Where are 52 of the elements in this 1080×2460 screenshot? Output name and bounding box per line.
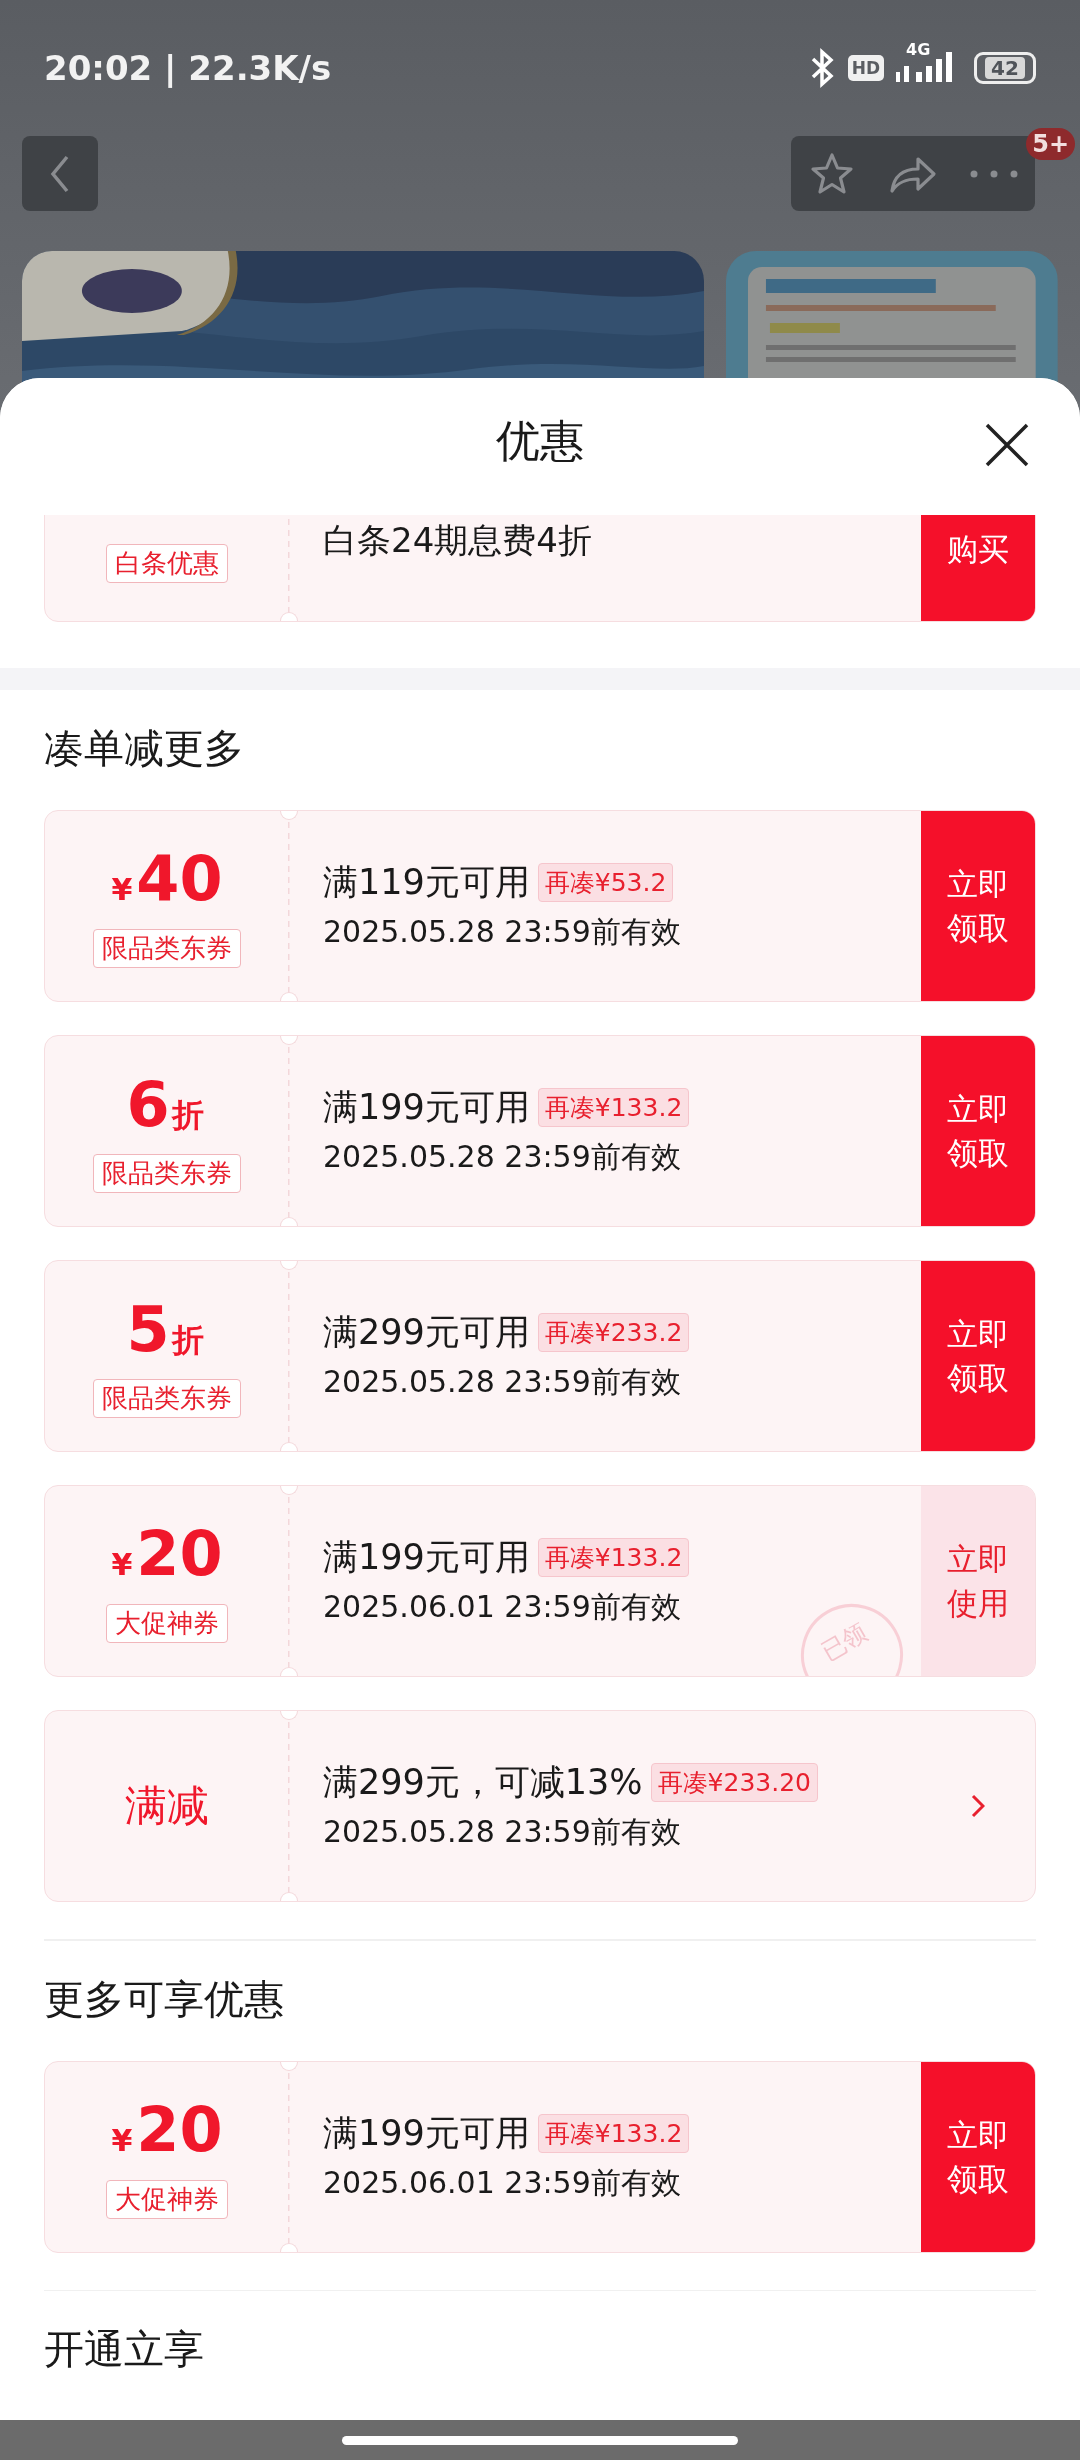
coupon-validity: 2025.06.01 23:59前有效 xyxy=(323,2163,682,2202)
network-label: 4G xyxy=(906,40,931,59)
status-time: 20:02 | 22.3K/s xyxy=(44,48,332,88)
claim-button[interactable]: 立即领取 xyxy=(921,2061,1035,2252)
addon-amount: 再凑¥133.2 xyxy=(537,2113,690,2153)
addon-amount: 再凑¥133.2 xyxy=(537,1538,690,1577)
claim-button[interactable]: 立即领取 xyxy=(921,1036,1035,1226)
coupon-tag: 大促神券 xyxy=(106,1604,228,1643)
coupon-title: 白条24期息费4折 xyxy=(323,519,593,562)
coupon-amount: ¥20 xyxy=(111,1519,223,1592)
sheet-title: 优惠 xyxy=(496,414,584,468)
coupon-condition: 满199元可用 xyxy=(323,1536,530,1579)
chevron-left-icon xyxy=(49,153,71,194)
coupon-condition: 满119元可用 xyxy=(323,861,530,904)
coupon-condition: 满299元可用 xyxy=(323,1311,530,1354)
use-button[interactable]: 立即使用 xyxy=(921,1486,1035,1676)
coupon-condition: 满199元可用 xyxy=(323,2111,530,2155)
coupon-tag: 大促神券 xyxy=(106,2179,228,2219)
coupon-discount: 5折 xyxy=(126,1294,205,1368)
coupon-amount: ¥20 xyxy=(111,2094,223,2168)
battery-icon: 42 xyxy=(974,52,1036,84)
back-button[interactable] xyxy=(22,136,98,211)
addon-amount: 再凑¥233.20 xyxy=(650,1763,818,1802)
hd-badge: HD xyxy=(847,55,884,81)
claim-button[interactable]: 立即领取 xyxy=(921,1261,1035,1451)
coupon-validity: 2025.05.28 23:59前有效 xyxy=(323,1363,682,1401)
coupon-tag: 白条优惠 xyxy=(106,544,228,583)
notification-badge: 5+ xyxy=(1026,128,1075,160)
section-heading: 开通立享 xyxy=(44,2325,205,2374)
coupon-tag: 限品类东券 xyxy=(93,929,241,968)
addon-amount: 再凑¥53.2 xyxy=(537,863,674,902)
coupon-condition: 满299元，可减13% xyxy=(323,1761,643,1804)
coupon-condition: 满199元可用 xyxy=(323,1086,530,1129)
bluetooth-icon xyxy=(809,48,836,88)
claim-button[interactable]: 立即领取 xyxy=(921,811,1035,1001)
coupon-discount: 6折 xyxy=(126,1069,205,1143)
section-heading: 凑单减更多 xyxy=(44,724,245,773)
coupon-type: 满减 xyxy=(125,1780,209,1832)
section-heading: 更多可享优惠 xyxy=(44,1974,285,2024)
coupon-validity: 2025.06.01 23:59前有效 xyxy=(323,1588,682,1626)
addon-amount: 再凑¥133.2 xyxy=(537,1088,690,1127)
home-indicator[interactable] xyxy=(342,2435,738,2445)
coupon-validity: 2025.05.28 23:59前有效 xyxy=(323,913,682,951)
coupon-amount: ¥40 xyxy=(111,844,223,917)
coupon-validity: 2025.05.28 23:59前有效 xyxy=(323,1813,682,1851)
addon-amount: 再凑¥233.2 xyxy=(537,1313,690,1352)
coupon-validity: 2025.05.28 23:59前有效 xyxy=(323,1138,682,1176)
coupon-tag: 限品类东券 xyxy=(93,1153,241,1193)
chevron-right-icon[interactable] xyxy=(971,1794,985,1818)
coupon-tag: 限品类东券 xyxy=(93,1378,241,1418)
buy-button[interactable]: 购买 xyxy=(921,515,1035,621)
close-icon[interactable] xyxy=(984,422,1030,468)
